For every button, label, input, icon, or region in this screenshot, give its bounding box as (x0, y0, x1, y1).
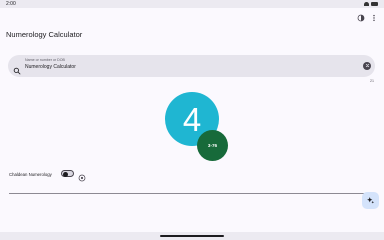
sparkle-icon (366, 192, 375, 210)
status-bar: 2:00 (0, 0, 384, 8)
theme-toggle-icon[interactable] (356, 13, 365, 22)
chaldean-toggle[interactable] (61, 170, 74, 177)
navigation-bar (0, 232, 384, 240)
search-icon (13, 62, 21, 80)
top-actions (356, 13, 378, 22)
character-counter: 21 (370, 79, 374, 83)
fab-button[interactable] (362, 192, 379, 209)
divider (9, 193, 366, 194)
app-window: Numerology Calculator Name or number or … (0, 8, 384, 232)
result-number: 4 (182, 100, 202, 138)
chaldean-label: Chaldean Numerology (9, 172, 52, 177)
more-vert-icon[interactable] (369, 13, 378, 22)
status-time: 2:00 (6, 1, 16, 7)
top-app-bar: Numerology Calculator (0, 8, 384, 46)
result-breakdown: 3-76 (207, 143, 218, 148)
wifi-icon (364, 2, 369, 6)
help-icon[interactable] (78, 169, 86, 187)
toggle-knob (62, 171, 68, 177)
search-input[interactable]: Numerology Calculator (25, 64, 76, 70)
clear-icon[interactable] (363, 61, 371, 70)
search-hint: Name or number or DOB (25, 58, 65, 62)
system-icons (364, 0, 378, 8)
search-bar[interactable]: Name or number or DOB Numerology Calcula… (8, 55, 375, 77)
home-handle[interactable] (160, 235, 224, 237)
page-title: Numerology Calculator (6, 30, 83, 39)
battery-icon (371, 2, 378, 6)
result-breakdown-circle: 3-76 (197, 130, 228, 161)
